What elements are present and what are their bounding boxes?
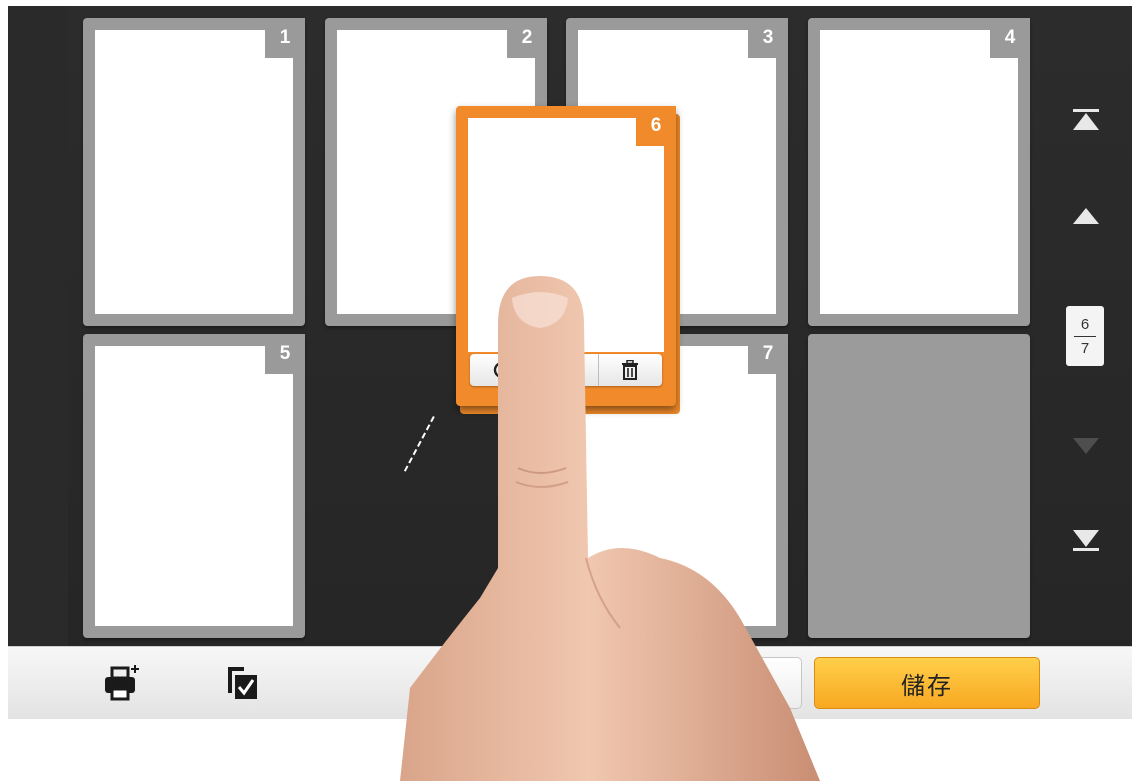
page-up-icon — [1073, 208, 1099, 224]
page-thumbnail-1[interactable]: 1 — [83, 18, 305, 326]
page-number-badge: 2 — [507, 18, 547, 58]
finger-overlay — [400, 276, 820, 781]
total-pages: 7 — [1080, 339, 1090, 357]
select-pages-button[interactable] — [222, 663, 262, 703]
empty-page-slot — [808, 334, 1030, 638]
jump-last-icon — [1073, 530, 1099, 551]
page-down-icon — [1073, 438, 1099, 454]
jump-to-first-button[interactable] — [1068, 106, 1104, 134]
current-page: 6 — [1080, 315, 1090, 333]
page-paper — [95, 346, 293, 626]
page-up-button[interactable] — [1068, 202, 1104, 230]
page-number-badge: 6 — [636, 106, 676, 146]
page-number-badge: 1 — [265, 18, 305, 58]
page-thumbnail-4[interactable]: 4 — [808, 18, 1030, 326]
add-scan-icon — [105, 665, 139, 701]
page-down-button[interactable] — [1068, 432, 1104, 460]
jump-first-icon — [1073, 109, 1099, 130]
page-counter: 6 7 — [1066, 306, 1104, 366]
left-gutter — [8, 6, 68, 646]
page-paper — [820, 30, 1018, 314]
add-scan-button[interactable] — [102, 663, 142, 703]
jump-to-last-button[interactable] — [1068, 526, 1104, 554]
page-number-badge: 5 — [265, 334, 305, 374]
page-number-badge: 3 — [748, 18, 788, 58]
page-paper — [95, 30, 293, 314]
page-number-badge: 4 — [990, 18, 1030, 58]
document-check-icon — [228, 667, 257, 699]
fraction-bar — [1074, 335, 1096, 337]
page-thumbnail-5[interactable]: 5 — [83, 334, 305, 638]
save-button[interactable]: 儲存 — [814, 657, 1040, 709]
